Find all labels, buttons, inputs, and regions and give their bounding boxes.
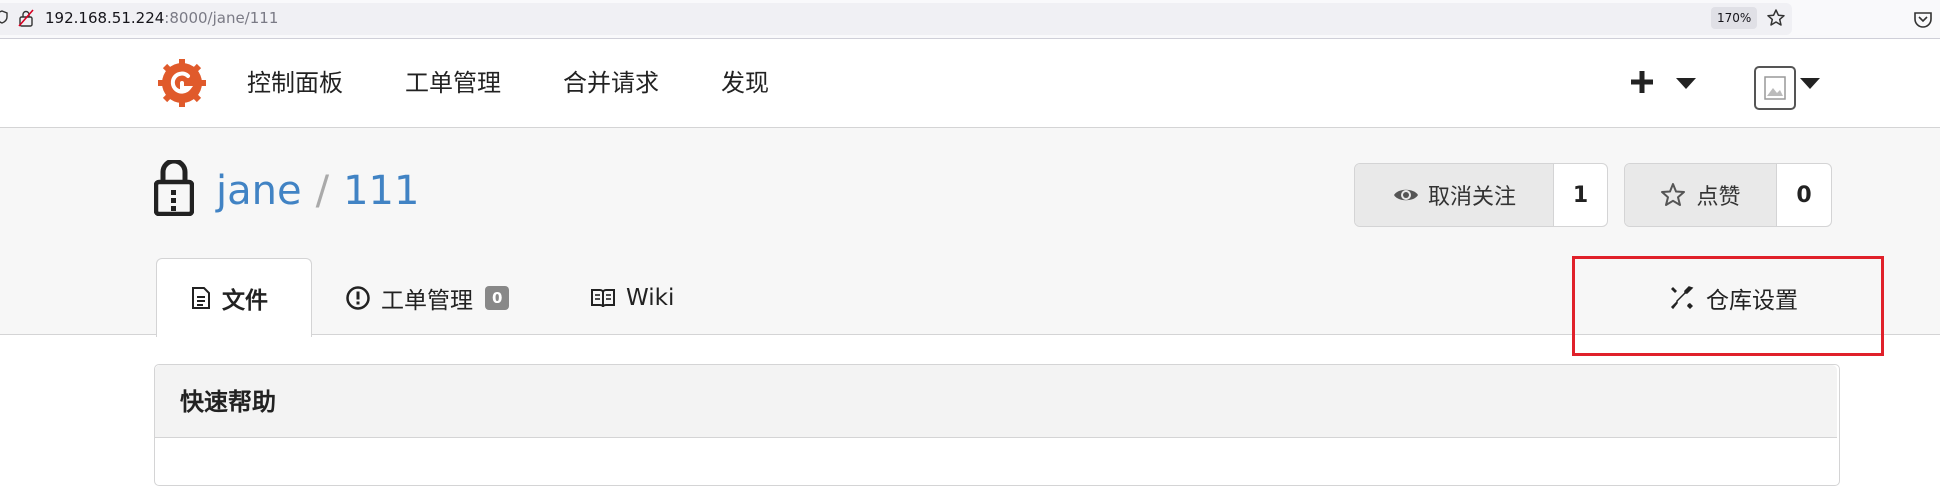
tab-wiki[interactable]: Wiki [590,280,674,316]
nav-explore[interactable]: 发现 [721,67,769,99]
nav-pull-requests[interactable]: 合并请求 [563,67,659,99]
eye-icon [1393,189,1418,201]
settings-highlight-box [1572,256,1884,356]
quick-help-title: 快速帮助 [180,388,276,416]
pocket-icon[interactable] [1912,8,1934,30]
book-icon [591,289,615,308]
tab-issues[interactable]: 工单管理 0 [345,280,510,316]
avatar-image-icon [1764,76,1786,100]
issues-count-badge: 0 [485,286,510,310]
file-icon [192,287,210,309]
insecure-lock-icon[interactable] [18,9,34,27]
user-menu-chevron-down-icon[interactable] [1800,78,1820,89]
tab-wiki-label: Wiki [626,285,675,311]
url-path: :8000/jane/111 [164,9,279,27]
gitea-logo-icon[interactable] [158,59,206,107]
url-host: 192.168.51.224 [45,9,165,27]
nav-issues[interactable]: 工单管理 [405,67,501,99]
repo-title: jane / 111 [216,166,419,216]
star-button[interactable]: 点赞 [1625,164,1777,226]
repo-owner-link[interactable]: jane [216,168,302,214]
bookmark-star-icon[interactable] [1766,8,1786,28]
tab-files-label: 文件 [222,288,268,314]
star-button-group: 点赞 0 [1624,163,1832,227]
quick-help-header [155,365,1837,438]
watch-button-group: 取消关注 1 [1354,163,1608,227]
create-menu-chevron-down-icon[interactable] [1676,78,1696,89]
unwatch-button[interactable]: 取消关注 [1355,164,1554,226]
tab-issues-label: 工单管理 [381,288,473,314]
star-count[interactable]: 0 [1777,164,1831,226]
user-avatar[interactable] [1754,66,1796,110]
unwatch-label: 取消关注 [1427,185,1516,210]
private-lock-icon [154,160,194,216]
zoom-level-badge[interactable]: 170% [1711,7,1758,29]
url-text[interactable]: 192.168.51.224:8000/jane/111 [45,9,278,27]
create-plus-icon[interactable] [1628,68,1656,96]
star-icon [1661,183,1686,206]
tracking-shield-icon[interactable] [0,10,8,24]
nav-dashboard[interactable]: 控制面板 [247,67,343,99]
star-label: 点赞 [1696,185,1741,210]
issue-opened-icon [346,286,370,310]
watch-count[interactable]: 1 [1554,164,1607,226]
tab-files[interactable]: 文件 [190,280,268,316]
repo-title-separator: / [315,168,330,214]
repo-name-link[interactable]: 111 [343,168,419,214]
